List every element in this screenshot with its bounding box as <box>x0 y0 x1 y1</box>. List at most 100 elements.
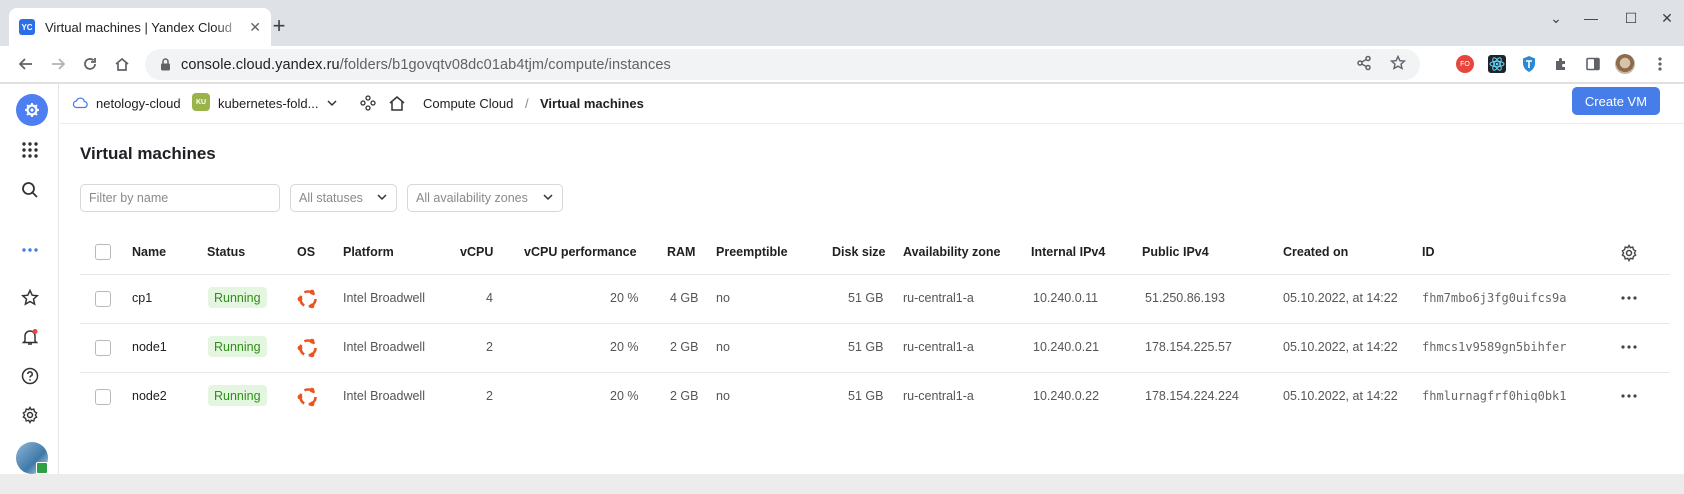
forward-icon[interactable] <box>46 52 70 76</box>
console-app: netology-cloud KU kubernetes-fold... Com… <box>0 84 1684 494</box>
row-checkbox[interactable] <box>95 340 111 356</box>
select-all-checkbox[interactable] <box>95 244 111 260</box>
maximize-icon[interactable]: ☐ <box>1621 10 1641 27</box>
column-created-on[interactable]: Created on <box>1283 245 1348 259</box>
preemptible: no <box>716 340 730 354</box>
vm-id[interactable]: fhm7mbo6j3fg0uifcs9a <box>1422 291 1567 305</box>
home-icon[interactable] <box>110 52 134 76</box>
disk-size: 51 GB <box>848 340 884 354</box>
fo-extension-icon[interactable]: FO <box>1455 54 1475 74</box>
vm-name[interactable]: node1 <box>132 340 167 354</box>
column-os[interactable]: OS <box>297 245 315 259</box>
ubuntu-icon <box>297 338 317 358</box>
column-vcpu[interactable]: vCPU <box>460 245 493 259</box>
status-select[interactable]: All statuses <box>290 184 397 212</box>
ram: 2 GB <box>670 340 699 354</box>
column-platform[interactable]: Platform <box>343 245 394 259</box>
extensions-puzzle-icon[interactable] <box>1551 54 1571 74</box>
side-panel-icon[interactable] <box>1583 54 1603 74</box>
settings-gear-icon[interactable] <box>14 399 46 431</box>
column-disk-size[interactable]: Disk size <box>832 245 886 259</box>
row-actions-icon[interactable] <box>1620 387 1638 405</box>
vcpu-performance: 20 % <box>610 389 639 403</box>
row-checkbox[interactable] <box>95 291 111 307</box>
address-bar[interactable]: console.cloud.yandex.ru/folders/b1govqtv… <box>145 49 1420 80</box>
vcpu: 4 <box>486 291 493 305</box>
table-row[interactable]: node1 Running Intel Broadwell 2 20 % 2 G… <box>80 323 1670 372</box>
column-internal-ipv4[interactable]: Internal IPv4 <box>1031 245 1105 259</box>
vm-name[interactable]: cp1 <box>132 291 152 305</box>
vm-id[interactable]: fhmcs1v9589gn5bihfer <box>1422 340 1567 354</box>
availability-zone: ru-central1-a <box>903 389 974 403</box>
close-tab-icon[interactable]: ✕ <box>249 19 261 36</box>
share-icon[interactable] <box>1356 55 1372 76</box>
compute-service-icon[interactable] <box>16 94 48 126</box>
tab-search-chevron-icon[interactable]: ⌄ <box>1546 10 1566 27</box>
row-actions-icon[interactable] <box>1620 289 1638 307</box>
column-preemptible[interactable]: Preemptible <box>716 245 788 259</box>
yandex-cloud-favicon-icon: YC <box>19 19 35 35</box>
search-icon[interactable] <box>14 174 46 206</box>
reload-icon[interactable] <box>78 52 102 76</box>
browser-menu-icon[interactable] <box>1650 54 1670 74</box>
cloud-name[interactable]: netology-cloud <box>96 96 181 111</box>
left-rail <box>0 84 59 474</box>
column-vcpu-performance[interactable]: vCPU performance <box>524 245 637 259</box>
status-badge: Running <box>208 336 267 357</box>
internal-ip: 10.240.0.11 <box>1033 291 1099 305</box>
help-icon[interactable] <box>14 360 46 392</box>
page-bottom-strip <box>0 474 1684 494</box>
column-status[interactable]: Status <box>207 245 245 259</box>
back-icon[interactable] <box>14 52 38 76</box>
column-availability-zone[interactable]: Availability zone <box>903 245 1000 259</box>
preemptible: no <box>716 291 730 305</box>
status-badge: Running <box>208 385 267 406</box>
column-public-ipv4[interactable]: Public IPv4 <box>1142 245 1209 259</box>
vcpu-performance: 20 % <box>610 291 639 305</box>
console-header: netology-cloud KU kubernetes-fold... Com… <box>60 84 1684 124</box>
close-window-icon[interactable]: ✕ <box>1657 10 1677 27</box>
breadcrumb-current: Virtual machines <box>540 96 644 111</box>
more-services-icon[interactable] <box>14 234 46 266</box>
folder-chevron-down-icon[interactable] <box>326 96 338 114</box>
column-ram[interactable]: RAM <box>667 245 695 259</box>
create-vm-button[interactable]: Create VM <box>1572 87 1660 115</box>
table-settings-gear-icon[interactable] <box>1620 244 1638 262</box>
public-ip[interactable]: 51.250.86.193 <box>1145 291 1225 305</box>
url-text[interactable]: console.cloud.yandex.ru/folders/b1govqtv… <box>181 57 671 73</box>
vm-name[interactable]: node2 <box>132 389 167 403</box>
breadcrumb-compute-cloud[interactable]: Compute Cloud <box>423 96 513 111</box>
filter-by-name-input[interactable]: Filter by name <box>80 184 280 212</box>
column-name[interactable]: Name <box>132 245 166 259</box>
availability-zone: ru-central1-a <box>903 340 974 354</box>
row-checkbox[interactable] <box>95 389 111 405</box>
service-map-icon[interactable] <box>360 95 376 116</box>
platform: Intel Broadwell <box>343 291 425 305</box>
notifications-bell-icon[interactable] <box>14 321 46 353</box>
public-ip[interactable]: 178.154.225.57 <box>1145 340 1232 354</box>
availability-zone-select[interactable]: All availability zones <box>407 184 563 212</box>
lock-icon[interactable] <box>159 58 171 72</box>
table-row[interactable]: cp1 Running Intel Broadwell 4 20 % 4 GB … <box>80 274 1670 323</box>
table-row[interactable]: node2 Running Intel Broadwell 2 20 % 2 G… <box>80 372 1670 421</box>
all-services-grid-icon[interactable] <box>14 134 46 166</box>
ram: 4 GB <box>670 291 699 305</box>
vm-id[interactable]: fhmlurnagfrf0hiq0bk1 <box>1422 389 1567 403</box>
vcpu-performance: 20 % <box>610 340 639 354</box>
browser-titlebar: YC Virtual machines | Yandex Cloud ✕ + ⌄… <box>0 0 1684 46</box>
minimize-icon[interactable]: — <box>1581 10 1601 26</box>
profile-avatar-icon[interactable] <box>1615 54 1635 74</box>
vcpu: 2 <box>486 389 493 403</box>
public-ip[interactable]: 178.154.224.224 <box>1145 389 1239 403</box>
home-icon[interactable] <box>388 94 406 117</box>
new-tab-icon[interactable]: + <box>265 12 293 40</box>
ubuntu-icon <box>297 387 317 407</box>
react-devtools-icon[interactable] <box>1487 54 1507 74</box>
favorites-star-icon[interactable] <box>14 282 46 314</box>
row-actions-icon[interactable] <box>1620 338 1638 356</box>
browser-tab[interactable]: YC Virtual machines | Yandex Cloud ✕ <box>9 8 271 46</box>
bookmark-star-icon[interactable] <box>1389 54 1407 76</box>
column-id[interactable]: ID <box>1422 245 1435 259</box>
folder-name[interactable]: kubernetes-fold... <box>218 96 318 111</box>
vpn-shield-icon[interactable] <box>1519 54 1539 74</box>
